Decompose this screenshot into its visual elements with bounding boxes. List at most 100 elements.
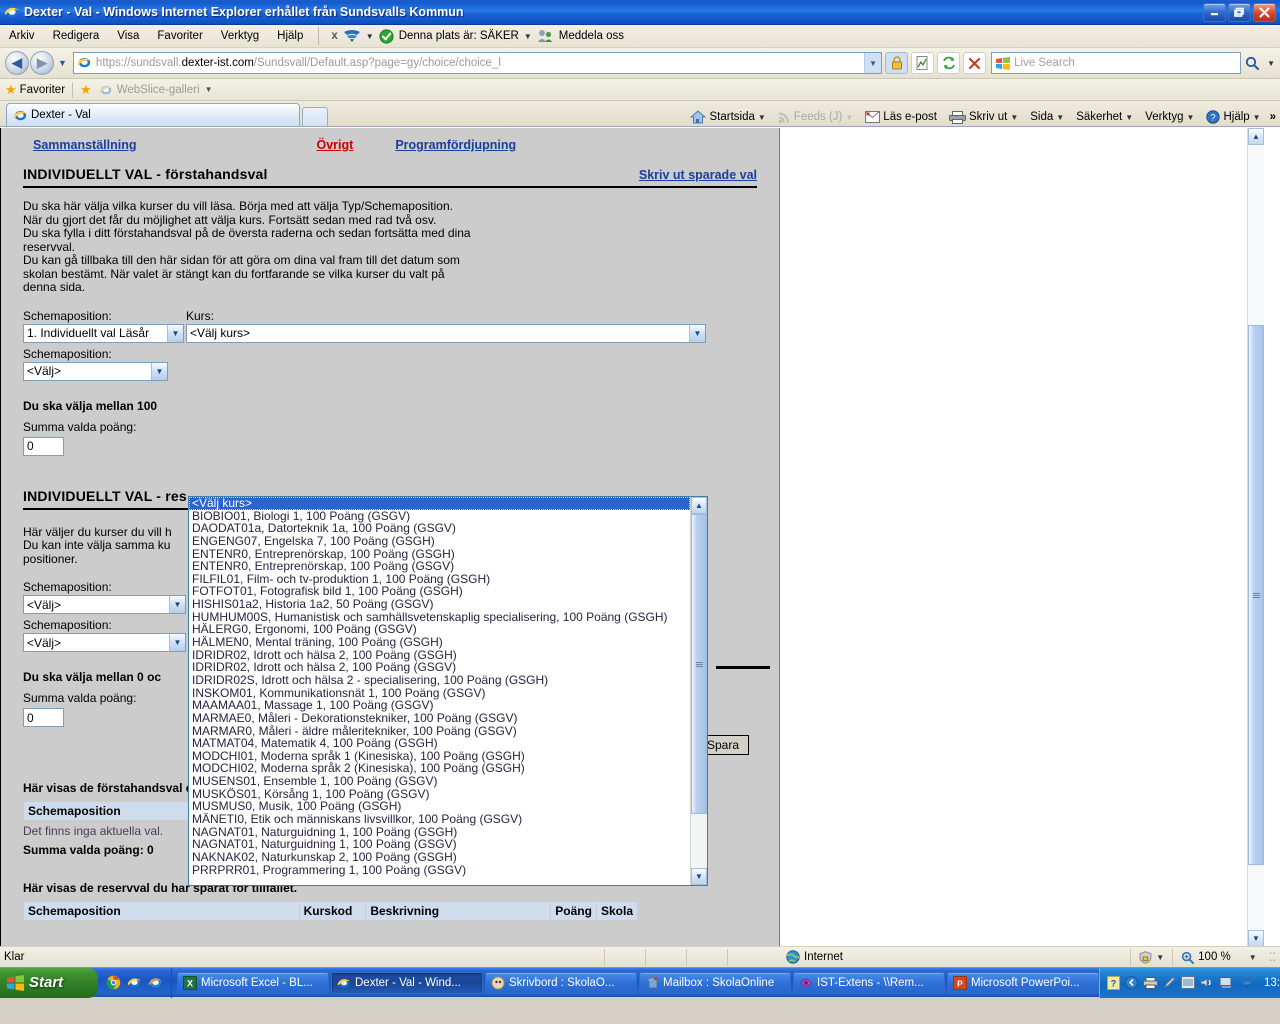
pen-tray-icon[interactable] (1163, 976, 1176, 989)
kurs-dropdown-scrollbar[interactable]: ▲ ▼ (690, 497, 707, 885)
kurs-option[interactable]: MARMAE0, Måleri - Dekorationstekniker, 1… (189, 712, 690, 725)
favorites-star-icon[interactable]: ★ (5, 82, 17, 98)
kurs-option[interactable]: MAAMAA01, Massage 1, 100 Poäng (GSGV) (189, 699, 690, 712)
command-page[interactable]: Sida ▼ (1025, 109, 1069, 125)
lock-icon[interactable] (885, 52, 909, 74)
addon-dropdown-icon[interactable]: ▼ (366, 32, 374, 41)
ie-shortcut-icon[interactable] (148, 975, 163, 990)
minimize-button[interactable] (1203, 2, 1226, 22)
address-dropdown-icon[interactable]: ▼ (864, 53, 882, 73)
zoom-level[interactable]: 100 % ▼ (1173, 951, 1265, 964)
page-scroll-up-icon[interactable]: ▲ (1248, 128, 1264, 145)
contact-us-label[interactable]: Meddela oss (559, 30, 624, 42)
start-button[interactable]: Start (0, 967, 98, 998)
link-sammanstallning[interactable]: Sammanställning (33, 138, 137, 152)
add-favorite-icon[interactable]: ★ (80, 82, 92, 98)
speaker-tray-icon[interactable] (1200, 976, 1214, 989)
compatibility-view-icon[interactable] (911, 52, 935, 74)
command-home[interactable]: Startsida ▼ (685, 108, 770, 126)
kurs-option-selected[interactable]: <Välj kurs> (189, 497, 690, 510)
forward-button[interactable]: ▶ (30, 51, 54, 75)
scroll-up-icon[interactable]: ▲ (691, 497, 707, 514)
kurs-dropdown-list[interactable]: <Välj kurs> BIOBIO01, Biologi 1, 100 Poän… (188, 496, 708, 886)
scroll-down-icon[interactable]: ▼ (691, 868, 707, 885)
kurs-option[interactable]: HÄLMEN0, Mental träning, 100 Poäng (GSGH… (189, 636, 690, 649)
select-schemaposition-2[interactable]: <Välj> ▼ (23, 361, 168, 381)
search-input[interactable]: Live Search (991, 52, 1242, 74)
chevron-down-icon[interactable]: ▼ (167, 324, 183, 342)
menu-item-verktyg[interactable]: Verktyg (212, 28, 268, 44)
internet-explorer-quicklaunch-icon[interactable] (127, 975, 142, 990)
maximize-button[interactable] (1228, 2, 1251, 22)
network-tray-icon[interactable] (1219, 976, 1234, 989)
printer-tray-icon[interactable] (1143, 976, 1158, 989)
taskbar-item-ist-extens[interactable]: IST-Extens - \\Rem... (793, 971, 945, 994)
command-overflow-icon[interactable]: » (1268, 111, 1276, 123)
page-scroll-track[interactable] (1248, 145, 1264, 930)
kurs-option[interactable]: ENGENG07, Engelska 7, 100 Poäng (GSGH) (189, 535, 690, 548)
chevron-down-icon[interactable]: ▼ (169, 634, 185, 651)
kurs-option[interactable]: MUSENS01, Ensemble 1, 100 Poäng (GSGV) (189, 775, 690, 788)
resize-grip-icon[interactable]: ⁚⁚ (1265, 950, 1280, 964)
select-reserve-schemaposition-2[interactable]: <Välj> ▼ (23, 633, 186, 652)
command-mail[interactable]: Läs e-post (860, 109, 942, 125)
site-safety-dropdown-icon[interactable]: ▼ (524, 32, 532, 41)
taskbar-clock[interactable]: 13:48 (1264, 977, 1280, 989)
wifi-shield-icon[interactable] (343, 29, 361, 43)
window-tray-icon[interactable] (1181, 976, 1195, 989)
kurs-scroll-thumb[interactable] (691, 514, 707, 814)
kurs-option[interactable]: IDRIDR02S, Idrott och hälsa 2 - speciali… (189, 674, 690, 687)
taskbar-item-dexter[interactable]: Dexter - Val - Wind... (331, 971, 483, 994)
kurs-option[interactable]: MATMAT04, Matematik 4, 100 Poäng (GSGH) (189, 737, 690, 750)
address-input[interactable]: https://sundsvall.dexter-ist.com/Sundsva… (72, 52, 883, 74)
stop-icon[interactable] (963, 52, 987, 74)
link-ovrigt[interactable]: Övrigt (317, 138, 354, 152)
addon-close-icon[interactable]: x (331, 30, 337, 42)
kurs-option[interactable]: MÄNETI0, Etik och människans livsvillkor… (189, 813, 690, 826)
favorites-label[interactable]: Favoriter (20, 84, 65, 96)
menu-item-hjalp[interactable]: Hjälp (268, 28, 312, 44)
close-button[interactable] (1253, 2, 1276, 22)
help-dropdown-icon[interactable]: ▼ (1253, 113, 1261, 122)
refresh-icon[interactable] (937, 52, 961, 74)
webslice-dropdown-icon[interactable]: ▼ (205, 85, 213, 94)
tools-dropdown-icon[interactable]: ▼ (1187, 113, 1195, 122)
security-dropdown-icon[interactable]: ▼ (1125, 113, 1133, 122)
kurs-option[interactable]: ENTENR0, Entreprenörskap, 100 Poäng (GSG… (189, 560, 690, 573)
chevron-down-icon[interactable]: ▼ (169, 596, 185, 613)
search-provider-dropdown-icon[interactable]: ▼ (1263, 59, 1275, 68)
command-feeds[interactable]: Feeds (J) ▼ (773, 109, 859, 126)
command-security[interactable]: Säkerhet ▼ (1071, 109, 1138, 125)
tray-expand-icon[interactable] (1125, 976, 1138, 989)
select-reserve-schemaposition-1[interactable]: <Välj> ▼ (23, 595, 186, 614)
link-skriv-ut-sparade-val[interactable]: Skriv ut sparade val (639, 168, 757, 182)
menu-item-arkiv[interactable]: Arkiv (0, 28, 44, 44)
taskbar-item-mailbox[interactable]: Mailbox : SkolaOnline (639, 971, 791, 994)
security-zone[interactable]: Internet (778, 950, 851, 964)
new-tab-button[interactable] (302, 107, 328, 126)
command-help[interactable]: ? Hjälp ▼ (1201, 108, 1265, 126)
page-vertical-scrollbar[interactable]: ▲ ▼ (1247, 128, 1264, 946)
select-schemaposition-1[interactable]: 1. Individuellt val Läsår ▼ (23, 323, 184, 343)
zoom-dropdown-icon[interactable]: ▼ (1249, 953, 1257, 962)
chevron-down-icon[interactable]: ▼ (689, 324, 705, 342)
command-print[interactable]: Skriv ut ▼ (944, 109, 1023, 126)
link-programfordjupning[interactable]: Programfördjupning (395, 138, 516, 152)
taskbar-item-powerpoint[interactable]: P Microsoft PowerPoi... (947, 971, 1099, 994)
protected-mode-dropdown-icon[interactable]: ▼ (1156, 953, 1164, 962)
protected-mode[interactable]: ▼ (1131, 950, 1172, 964)
chevron-down-icon[interactable]: ▼ (151, 362, 167, 380)
back-button[interactable]: ◀ (5, 51, 29, 75)
kurs-option-list[interactable]: <Välj kurs> BIOBIO01, Biologi 1, 100 Poän… (189, 497, 690, 885)
menu-item-favoriter[interactable]: Favoriter (148, 28, 211, 44)
kurs-option[interactable]: PRRPRR01, Programmering 1, 100 Poäng (GS… (189, 863, 690, 877)
recent-pages-dropdown-icon[interactable]: ▼ (55, 58, 73, 68)
tab-dexter-val[interactable]: Dexter - Val (6, 103, 300, 126)
print-dropdown-icon[interactable]: ▼ (1010, 113, 1018, 122)
section1-sum-input[interactable]: 0 (23, 436, 64, 456)
kurs-scroll-track[interactable] (691, 514, 707, 868)
kurs-option[interactable]: HISHIS01a2, Historia 1a2, 50 Poäng (GSGV… (189, 598, 690, 611)
webslice-label[interactable]: WebSlice-galleri (117, 84, 200, 96)
taskbar-item-excel[interactable]: X Microsoft Excel - BL... (177, 971, 329, 994)
page-dropdown-icon[interactable]: ▼ (1056, 113, 1064, 122)
